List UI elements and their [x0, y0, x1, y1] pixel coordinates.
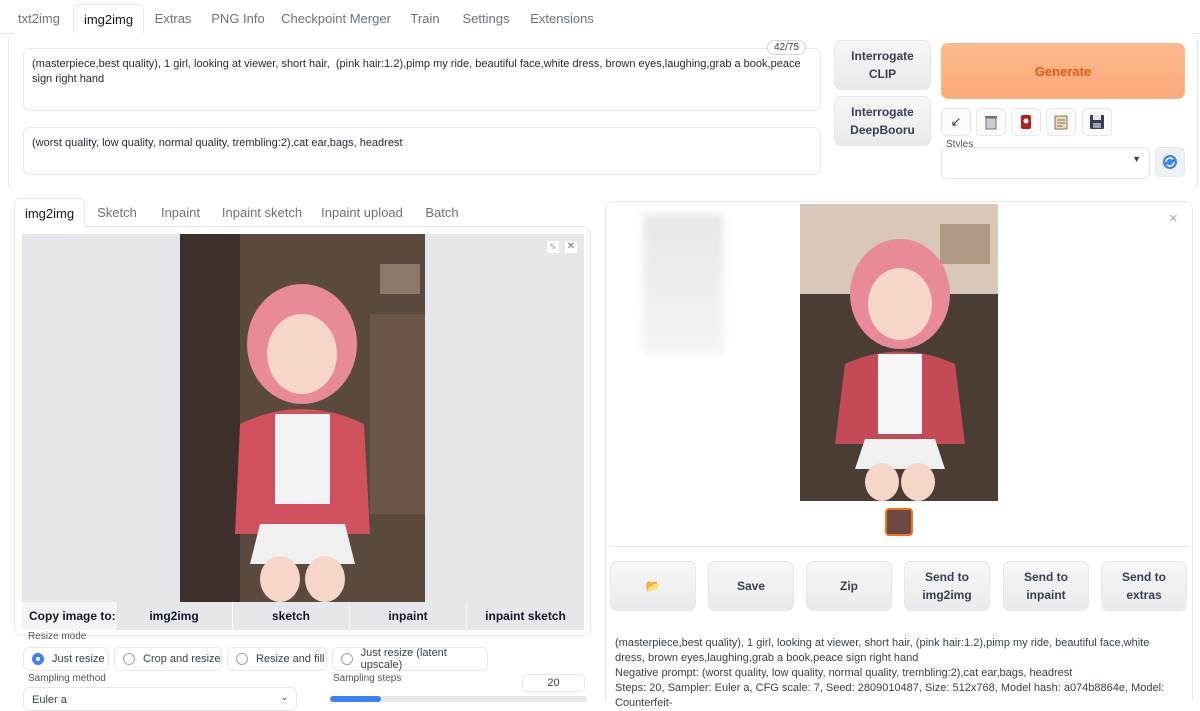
close-icon[interactable]: ✕ [564, 240, 578, 254]
tab-png-info[interactable]: PNG Info [203, 4, 273, 34]
output-gallery: ✕ [611, 204, 1188, 547]
open-folder-icon[interactable]: 📂 [610, 561, 696, 611]
chevron-down-icon: ⌄ [280, 692, 288, 702]
radio-resize-and-fill[interactable]: Resize and fill [227, 647, 327, 671]
close-icon[interactable]: ✕ [1169, 212, 1178, 225]
info-params: Steps: 20, Sampler: Euler a, CFG scale: … [615, 682, 1165, 709]
arrow-icon[interactable]: ↙ [941, 108, 971, 136]
edit-icon[interactable]: ✎ [546, 240, 560, 254]
trash-icon[interactable] [976, 108, 1006, 136]
send-to-inpaint-button[interactable]: Send to inpaint [1003, 561, 1089, 611]
save-button[interactable]: Save [708, 561, 794, 611]
sampling-method-label: Sampling method [28, 673, 106, 684]
copy-to-img2img-button[interactable]: img2img [115, 602, 232, 630]
sampling-steps-input[interactable]: 20 [522, 674, 585, 692]
subtab-inpaint-sketch[interactable]: Inpaint sketch [218, 198, 306, 228]
sampling-steps-slider[interactable] [330, 696, 587, 702]
subtab-batch[interactable]: Batch [418, 198, 466, 228]
prompt-input[interactable] [23, 48, 821, 111]
subtab-inpaint-upload[interactable]: Inpaint upload [317, 198, 407, 228]
input-image-area[interactable]: ✎ ✕ [22, 234, 584, 602]
interrogate-deepbooru-button[interactable]: Interrogate DeepBooru [834, 96, 931, 146]
generate-button[interactable]: Generate [941, 43, 1185, 99]
radio-just-resize-latent[interactable]: Just resize (latent upscale) [332, 647, 488, 671]
subtab-sketch[interactable]: Sketch [92, 198, 142, 228]
tab-extras[interactable]: Extras [148, 4, 198, 34]
zip-button[interactable]: Zip [806, 561, 892, 611]
sampling-steps-label: Sampling steps [333, 673, 402, 684]
resize-mode-label: Resize mode [28, 631, 87, 642]
radio-just-resize[interactable]: Just resize [23, 647, 109, 671]
info-prompt: (masterpiece,best quality), 1 girl, look… [615, 637, 1150, 664]
token-counter: 42/75 [767, 40, 807, 55]
negative-prompt-input[interactable] [23, 127, 821, 175]
tab-settings[interactable]: Settings [455, 4, 517, 34]
refresh-icon[interactable] [1155, 147, 1185, 177]
clipboard-icon[interactable] [1046, 108, 1076, 136]
radio-crop-and-resize[interactable]: Crop and resize [114, 647, 222, 671]
tab-train[interactable]: Train [400, 4, 450, 34]
main-tab-bar: txt2img img2img Extras PNG Info Checkpoi… [0, 0, 1200, 35]
send-to-extras-button[interactable]: Send to extras [1101, 561, 1187, 611]
input-image [180, 234, 425, 602]
output-thumbnail[interactable] [885, 508, 913, 536]
save-icon[interactable] [1082, 108, 1112, 136]
send-to-img2img-button[interactable]: Send to img2img [904, 561, 990, 611]
copy-to-inpaint-button[interactable]: inpaint [349, 602, 466, 630]
copy-to-sketch-button[interactable]: sketch [232, 602, 349, 630]
tab-extensions[interactable]: Extensions [523, 4, 601, 34]
tab-checkpoint-merger[interactable]: Checkpoint Merger [278, 4, 394, 34]
output-image[interactable] [800, 204, 998, 501]
sampling-method-dropdown[interactable]: Euler a ⌄ [23, 687, 297, 711]
interrogate-clip-button[interactable]: Interrogate CLIP [834, 40, 931, 90]
info-negative-prompt: Negative prompt: (worst quality, low qua… [615, 667, 1073, 679]
blurred-preview [643, 214, 723, 354]
copy-image-label: Copy image to: [29, 609, 116, 623]
slider-fill [330, 696, 382, 702]
styles-dropdown[interactable]: ▼ [941, 147, 1150, 179]
chevron-down-icon: ▼ [1132, 154, 1141, 164]
subtab-img2img[interactable]: img2img [14, 198, 85, 229]
copy-to-inpaint-sketch-button[interactable]: inpaint sketch [466, 602, 584, 630]
tab-txt2img[interactable]: txt2img [8, 4, 70, 34]
tab-img2img[interactable]: img2img [73, 4, 144, 35]
generation-info: (masterpiece,best quality), 1 girl, look… [615, 636, 1180, 711]
subtab-inpaint[interactable]: Inpaint [153, 198, 208, 228]
red-card-icon[interactable] [1011, 108, 1041, 136]
